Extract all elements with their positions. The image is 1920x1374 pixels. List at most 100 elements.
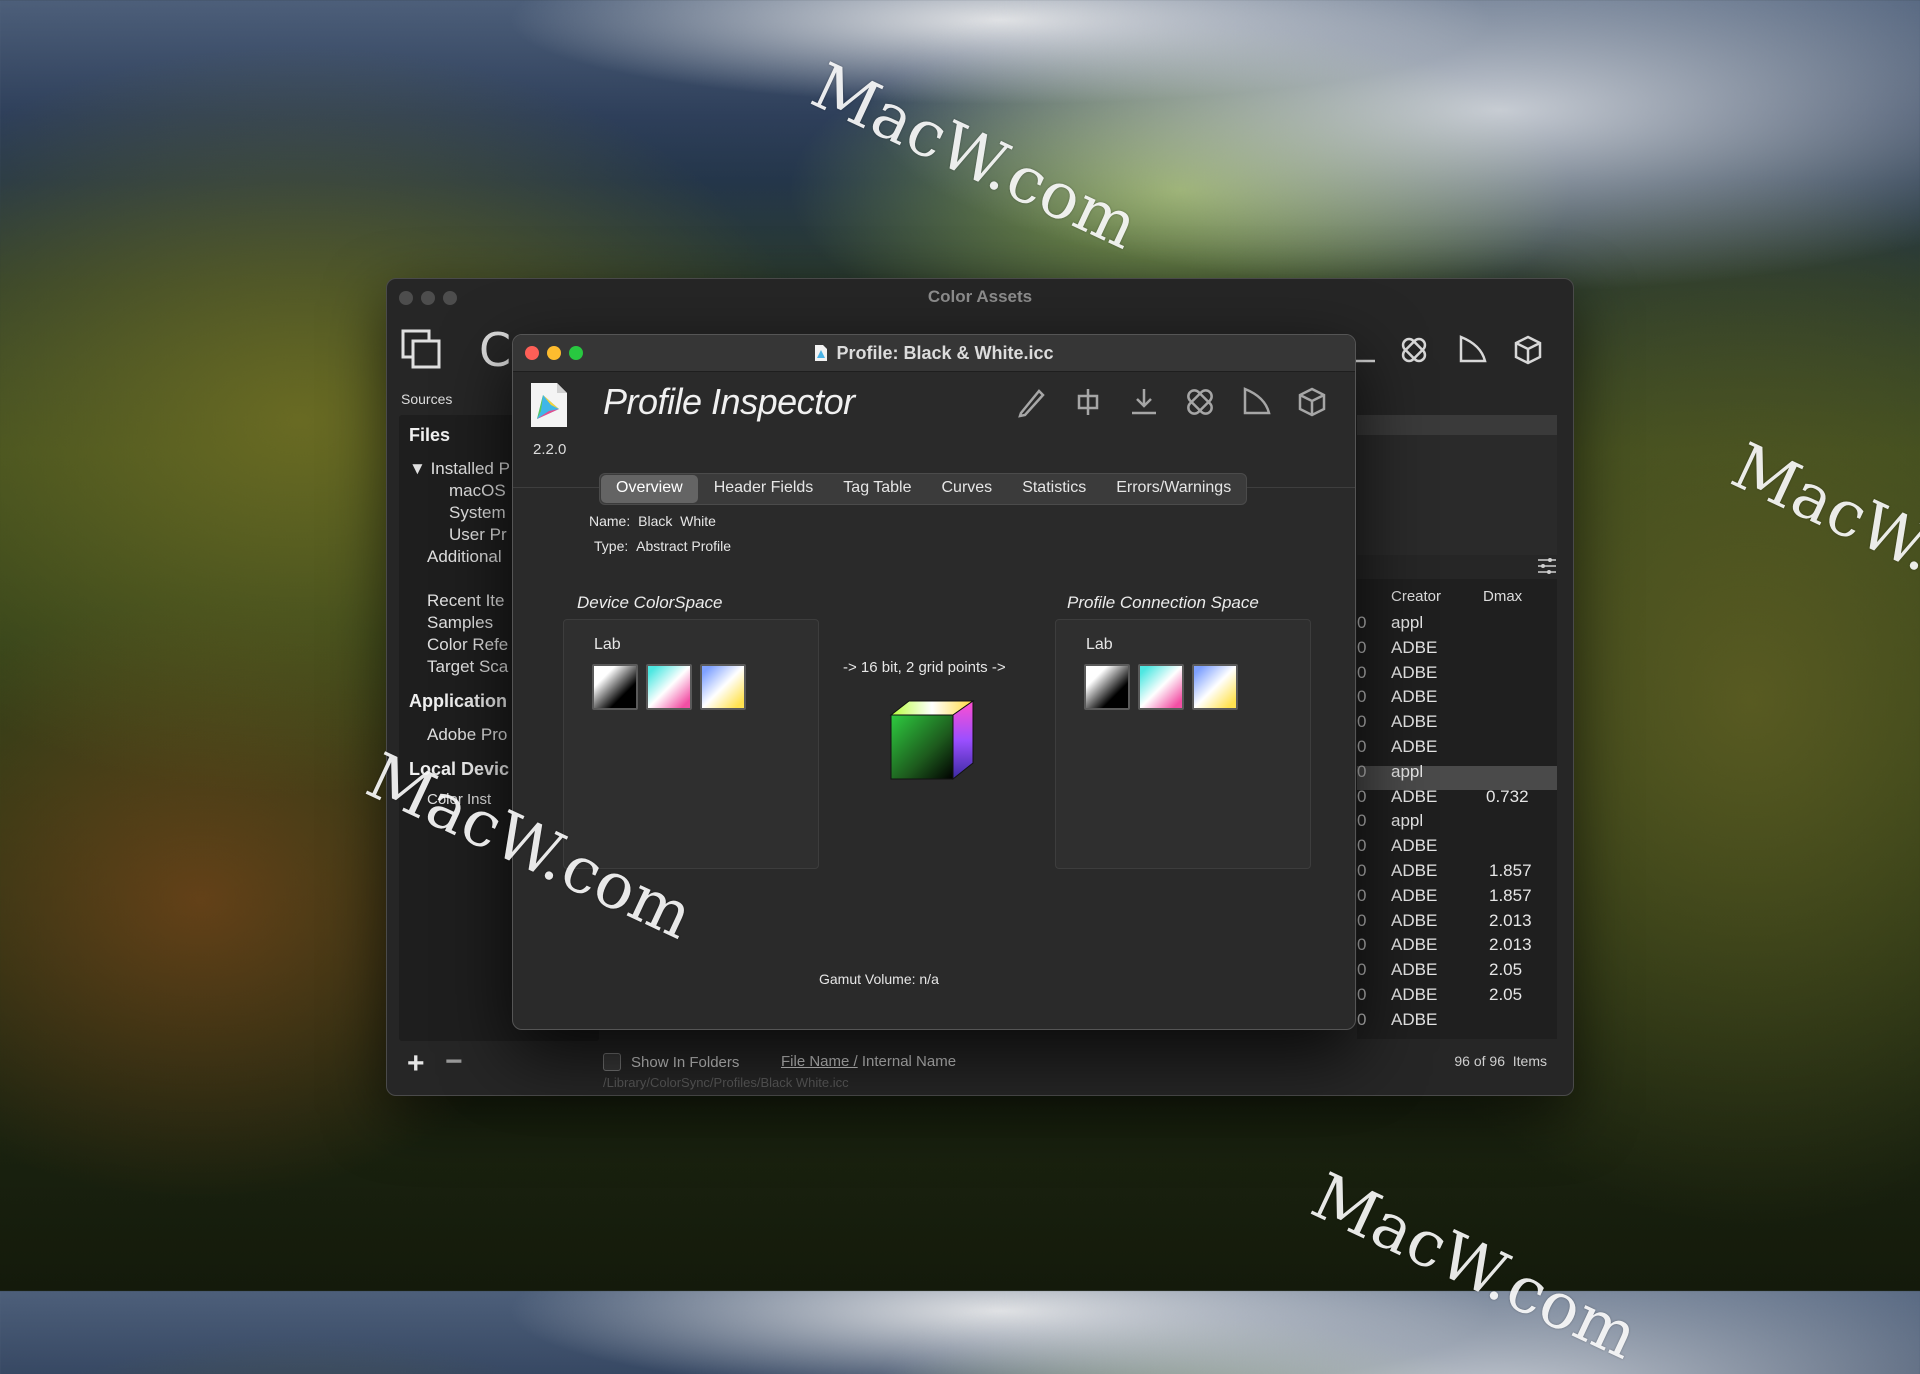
internal-name-option[interactable]: Internal Name [862, 1053, 956, 1070]
row-cell-creator: appl [1391, 811, 1424, 830]
sidebar-item-adobe[interactable]: Adobe Pro [427, 725, 507, 745]
split-icon[interactable] [1071, 385, 1105, 419]
sidebar-item-color-ref[interactable]: Color Refe [427, 635, 508, 655]
watermark: MacW.com [1300, 1159, 1649, 1374]
files-header: Files [409, 425, 451, 445]
device-colorspace-title: Device ColorSpace [577, 593, 723, 612]
row-cell-dmax: 2.05 [1489, 960, 1523, 979]
sidebar-item-samples[interactable]: Samples [427, 613, 493, 633]
column-header-creator[interactable]: Creator [1391, 588, 1441, 605]
profile-name-row: Name: Black White [589, 513, 716, 529]
type-label: Type: [594, 538, 629, 554]
row-cell-creator: ADBE [1391, 638, 1438, 657]
color-cube-icon [889, 700, 975, 781]
row-cell-partial: 0 [1357, 836, 1367, 855]
add-source-button[interactable]: + [407, 1047, 425, 1081]
pencil-icon[interactable] [1015, 385, 1049, 419]
row-cell-creator: ADBE [1391, 787, 1438, 806]
row-cell-dmax: 2.013 [1489, 935, 1532, 954]
row-cell-dmax: 2.013 [1489, 911, 1532, 930]
profile-type-row: Type: Abstract Profile [594, 538, 731, 554]
cube-icon[interactable] [1511, 333, 1545, 367]
bandage-icon[interactable] [1397, 333, 1431, 367]
row-cell-partial: 0 [1357, 687, 1367, 706]
b-axis-swatch [1192, 664, 1238, 710]
sidebar-item-target[interactable]: Target Sca [427, 657, 508, 677]
gamut-label: Gamut Volume: [819, 971, 916, 987]
sidebar-item-additional[interactable]: Additional [427, 547, 502, 567]
sidebar-item-color-inst[interactable]: Color Inst [427, 791, 491, 808]
row-cell-creator: ADBE [1391, 935, 1438, 954]
selected-file-path: /Library/ColorSync/Profiles/Black White.… [603, 1075, 849, 1090]
row-cell-creator: ADBE [1391, 911, 1438, 930]
tab-bar: Overview Header Fields Tag Table Curves … [599, 473, 1248, 505]
row-cell-partial: 0 [1357, 663, 1367, 682]
name-value: Black White [638, 513, 716, 529]
row-cell-creator: ADBE [1391, 960, 1438, 979]
row-cell-creator: appl [1391, 762, 1424, 781]
tab-tag-table[interactable]: Tag Table [828, 474, 926, 504]
window-title-text: Profile: Black & White.icc [836, 343, 1054, 363]
item-count-value: 96 of 96 [1454, 1053, 1505, 1069]
column-header-dmax[interactable]: Dmax [1483, 588, 1522, 605]
download-icon[interactable] [1127, 385, 1161, 419]
name-mode-selector[interactable]: File Name / Internal Name [781, 1053, 956, 1070]
sidebar-item-system[interactable]: System [449, 503, 506, 523]
pcs-title: Profile Connection Space [1067, 593, 1259, 612]
watermark: MacW.com [800, 49, 1149, 265]
device-colorspace-label: Lab [594, 636, 621, 653]
row-cell-creator: ADBE [1391, 663, 1438, 682]
bandage-icon[interactable] [1183, 385, 1217, 419]
row-cell-creator: ADBE [1391, 737, 1438, 756]
pcs-panel: Lab [1055, 619, 1311, 869]
gamut-icon[interactable] [1239, 385, 1273, 419]
sidebar-item-macos[interactable]: macOS [449, 481, 506, 501]
row-cell-partial: 0 [1357, 935, 1367, 954]
a-axis-swatch [646, 664, 692, 710]
row-cell-partial: 0 [1357, 960, 1367, 979]
sidebar-item-user[interactable]: User Pr [449, 525, 507, 545]
sources-label: Sources [401, 391, 453, 407]
filter-settings-icon[interactable] [1537, 557, 1557, 575]
info-panel-header [1357, 415, 1557, 435]
remove-source-button[interactable]: − [445, 1045, 463, 1079]
a-axis-swatch [1138, 664, 1184, 710]
sidebar-item-installed[interactable]: ▼ Installed P [409, 459, 510, 479]
row-cell-creator: ADBE [1391, 687, 1438, 706]
gamut-icon[interactable] [1455, 333, 1489, 367]
show-in-folders-toggle[interactable]: Show In Folders [603, 1053, 739, 1071]
sources-icon[interactable] [399, 327, 445, 373]
row-cell-creator: ADBE [1391, 1010, 1438, 1029]
gamut-volume: Gamut Volume: n/a [819, 971, 939, 987]
lightness-swatch [1084, 664, 1130, 710]
row-cell-creator: ADBE [1391, 836, 1438, 855]
row-cell-partial: 0 [1357, 787, 1367, 806]
tab-statistics[interactable]: Statistics [1007, 474, 1101, 504]
checkbox[interactable] [603, 1053, 621, 1071]
file-name-option[interactable]: File Name / [781, 1053, 858, 1070]
row-cell-partial: 0 [1357, 811, 1367, 830]
row-cell-creator: ADBE [1391, 712, 1438, 731]
pcs-label: Lab [1086, 636, 1113, 653]
window-title: Color Assets [927, 287, 1033, 306]
tab-errors-warnings[interactable]: Errors/Warnings [1101, 474, 1246, 504]
show-in-folders-label: Show In Folders [631, 1053, 740, 1071]
row-cell-dmax: 2.05 [1489, 985, 1523, 1004]
toolbar-letter: C [479, 323, 512, 377]
conversion-info: -> 16 bit, 2 grid points -> [843, 659, 1006, 676]
row-cell-creator: ADBE [1391, 886, 1438, 905]
tab-overview[interactable]: Overview [601, 475, 698, 503]
device-colorspace-panel: Lab [563, 619, 819, 869]
name-label: Name: [589, 513, 631, 529]
tab-curves[interactable]: Curves [927, 474, 1008, 504]
profile-inspector-window: Profile: Black & White.icc Profile Inspe… [512, 334, 1356, 1030]
version-label: 2.2.0 [533, 441, 567, 458]
sidebar-item-recent[interactable]: Recent Ite [427, 591, 505, 611]
row-cell-partial: 0 [1357, 712, 1367, 731]
row-cell-partial: 0 [1357, 638, 1367, 657]
tab-header-fields[interactable]: Header Fields [699, 474, 829, 504]
cube-icon[interactable] [1295, 385, 1329, 419]
b-axis-swatch [700, 664, 746, 710]
row-cell-partial: 0 [1357, 613, 1367, 632]
type-value: Abstract Profile [636, 538, 732, 554]
